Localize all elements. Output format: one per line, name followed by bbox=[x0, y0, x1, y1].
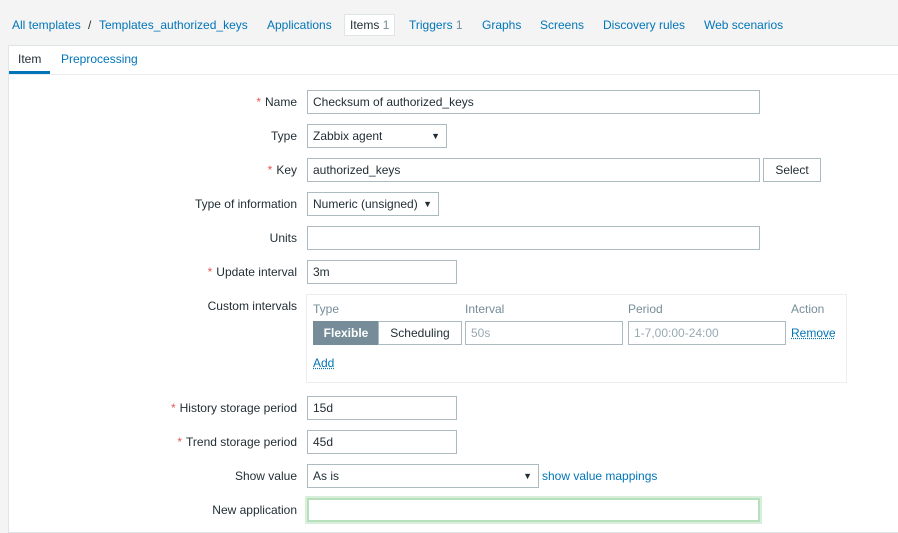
key-input[interactable]: authorized_keys bbox=[307, 158, 760, 182]
ci-flexible-toggle[interactable]: Flexible bbox=[313, 321, 379, 345]
form-tabs: Item Preprocessing bbox=[9, 46, 898, 75]
dropdown-caret-icon: ▼ bbox=[523, 471, 532, 481]
nav-graphs[interactable]: Graphs bbox=[482, 18, 521, 32]
ci-col-action: Action bbox=[791, 302, 825, 316]
ci-scheduling-toggle[interactable]: Scheduling bbox=[378, 321, 462, 345]
ci-interval-input[interactable]: 50s bbox=[465, 321, 623, 345]
name-input[interactable]: Checksum of authorized_keys bbox=[307, 90, 760, 114]
dropdown-caret-icon: ▼ bbox=[431, 131, 440, 141]
trend-label: * Trend storage period bbox=[177, 435, 297, 449]
key-label: * Key bbox=[267, 163, 297, 177]
ci-add-link[interactable]: Add bbox=[313, 356, 334, 370]
dropdown-caret-icon: ▼ bbox=[423, 199, 432, 209]
units-input[interactable] bbox=[307, 226, 760, 250]
nav-items-label: Items bbox=[350, 18, 380, 32]
type-info-select[interactable]: Numeric (unsigned) ▼ bbox=[307, 192, 439, 216]
type-label: Type bbox=[270, 129, 297, 143]
tab-item[interactable]: Item bbox=[9, 46, 51, 74]
top-navigation: All templates / Templates_authorized_key… bbox=[0, 0, 898, 40]
history-input[interactable]: 15d bbox=[307, 396, 457, 420]
nav-applications[interactable]: Applications bbox=[267, 18, 332, 32]
update-interval-input[interactable]: 3m bbox=[307, 260, 457, 284]
custom-intervals-table: Type Interval Period Action Flexible Sch… bbox=[306, 294, 847, 383]
units-label: Units bbox=[269, 231, 297, 245]
nav-items[interactable]: Items 1 bbox=[344, 14, 396, 36]
ci-period-input[interactable]: 1-7,00:00-24:00 bbox=[628, 321, 786, 345]
breadcrumb-template[interactable]: Templates_authorized_keys bbox=[99, 18, 248, 32]
ci-remove-link[interactable]: Remove bbox=[791, 326, 836, 340]
show-value-label: Show value bbox=[234, 469, 297, 483]
history-label: * History storage period bbox=[170, 401, 297, 415]
nav-web-scenarios[interactable]: Web scenarios bbox=[704, 18, 783, 32]
breadcrumb-separator: / bbox=[88, 18, 92, 32]
new-application-input[interactable] bbox=[307, 498, 760, 522]
type-select[interactable]: Zabbix agent ▼ bbox=[307, 124, 447, 148]
breadcrumb-all-templates[interactable]: All templates bbox=[12, 18, 81, 32]
show-value-value: As is bbox=[313, 469, 340, 483]
nav-screens[interactable]: Screens bbox=[540, 18, 584, 32]
custom-intervals-label: Custom intervals bbox=[207, 299, 297, 313]
nav-triggers[interactable]: Triggers 1 bbox=[409, 18, 463, 32]
item-form-panel: Item Preprocessing bbox=[8, 45, 898, 533]
show-value-mappings-link[interactable]: show value mappings bbox=[542, 469, 657, 483]
nav-items-count: 1 bbox=[382, 18, 390, 32]
tab-preprocessing[interactable]: Preprocessing bbox=[52, 46, 147, 74]
nav-discovery-rules[interactable]: Discovery rules bbox=[603, 18, 685, 32]
nav-triggers-label: Triggers bbox=[409, 18, 453, 32]
trend-input[interactable]: 45d bbox=[307, 430, 457, 454]
type-info-label: Type of information bbox=[194, 197, 297, 211]
type-select-value: Zabbix agent bbox=[313, 129, 383, 143]
update-interval-label: * Update interval bbox=[207, 265, 297, 279]
type-info-value: Numeric (unsigned) bbox=[313, 197, 418, 211]
ci-col-interval: Interval bbox=[465, 302, 505, 316]
ci-col-type: Type bbox=[313, 302, 340, 316]
ci-col-period: Period bbox=[628, 302, 663, 316]
show-value-select[interactable]: As is ▼ bbox=[307, 464, 539, 488]
name-label: * Name bbox=[256, 95, 297, 109]
new-application-label: New application bbox=[212, 503, 297, 517]
key-select-button[interactable]: Select bbox=[763, 158, 821, 182]
nav-triggers-count: 1 bbox=[455, 18, 463, 32]
